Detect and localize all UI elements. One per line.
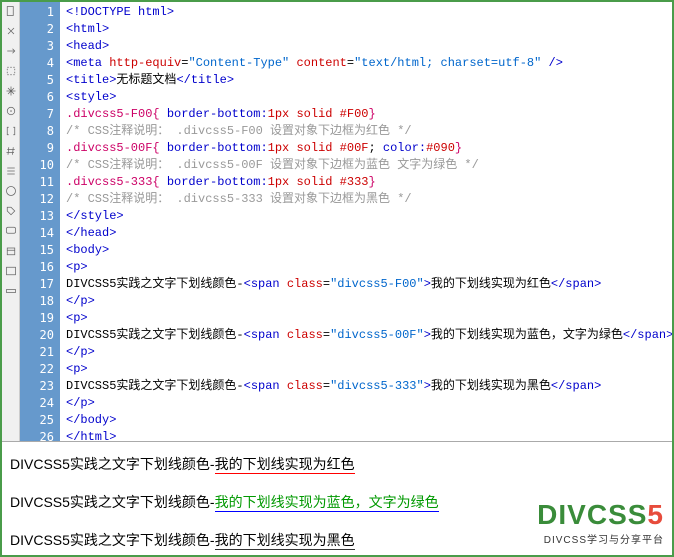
code-line[interactable]: </p> bbox=[66, 395, 672, 412]
code-line[interactable]: <p> bbox=[66, 310, 672, 327]
code-line[interactable]: <meta http-equiv="Content-Type" content=… bbox=[66, 55, 672, 72]
line-gutter: 1234567891011121314151617181920212223242… bbox=[20, 2, 60, 441]
code-line[interactable]: DIVCSS5实践之文字下划线颜色-<span class="divcss5-F… bbox=[66, 276, 672, 293]
line-number: 9 bbox=[20, 140, 54, 157]
code-line[interactable]: </body> bbox=[66, 412, 672, 429]
line-number: 16 bbox=[20, 259, 54, 276]
line-number: 19 bbox=[20, 310, 54, 327]
code-line[interactable]: <body> bbox=[66, 242, 672, 259]
editor-toolbar bbox=[2, 2, 20, 441]
tag-icon[interactable] bbox=[4, 204, 18, 218]
code-line[interactable]: </style> bbox=[66, 208, 672, 225]
code-area[interactable]: <!DOCTYPE html><html><head><meta http-eq… bbox=[60, 2, 672, 441]
code-line[interactable]: </html> bbox=[66, 429, 672, 441]
preview-line-1: DIVCSS5实践之文字下划线颜色-我的下划线实现为红色 bbox=[10, 454, 664, 474]
line-number: 20 bbox=[20, 327, 54, 344]
line-number: 22 bbox=[20, 361, 54, 378]
line-number: 5 bbox=[20, 72, 54, 89]
line-number: 21 bbox=[20, 344, 54, 361]
app-window: 1234567891011121314151617181920212223242… bbox=[0, 0, 674, 557]
line-number: 1 bbox=[20, 4, 54, 21]
logo-five: 5 bbox=[647, 499, 664, 530]
line-number: 7 bbox=[20, 106, 54, 123]
line-number: 23 bbox=[20, 378, 54, 395]
line-number: 13 bbox=[20, 208, 54, 225]
line-number: 2 bbox=[20, 21, 54, 38]
line-number: 14 bbox=[20, 225, 54, 242]
chat-icon[interactable] bbox=[4, 224, 18, 238]
logo-text: DIVCSS bbox=[537, 499, 647, 530]
code-line[interactable]: .divcss5-00F{ border-bottom:1px solid #0… bbox=[66, 140, 672, 157]
code-line[interactable]: <html> bbox=[66, 21, 672, 38]
code-line[interactable]: /* CSS注释说明： .divcss5-00F 设置对象下边框为蓝色 文字为绿… bbox=[66, 157, 672, 174]
code-line[interactable]: </head> bbox=[66, 225, 672, 242]
line-number: 11 bbox=[20, 174, 54, 191]
asterisk-icon[interactable] bbox=[4, 84, 18, 98]
arrow-icon[interactable] bbox=[4, 44, 18, 58]
code-line[interactable]: <style> bbox=[66, 89, 672, 106]
code-line[interactable]: </p> bbox=[66, 293, 672, 310]
brackets-icon[interactable] bbox=[4, 124, 18, 138]
code-line[interactable]: .divcss5-F00{ border-bottom:1px solid #F… bbox=[66, 106, 672, 123]
line-number: 15 bbox=[20, 242, 54, 259]
line-number: 18 bbox=[20, 293, 54, 310]
code-line[interactable]: </p> bbox=[66, 344, 672, 361]
code-line[interactable]: <head> bbox=[66, 38, 672, 55]
calendar-icon[interactable] bbox=[4, 244, 18, 258]
code-editor: 1234567891011121314151617181920212223242… bbox=[2, 2, 672, 442]
logo: DIVCSS5 DIVCSS学习与分享平台 bbox=[537, 499, 664, 546]
target-icon[interactable] bbox=[4, 104, 18, 118]
line-number: 8 bbox=[20, 123, 54, 140]
underline-black: 我的下划线实现为黑色 bbox=[215, 532, 355, 550]
palette-icon[interactable] bbox=[4, 184, 18, 198]
line-number: 25 bbox=[20, 412, 54, 429]
line-number: 10 bbox=[20, 157, 54, 174]
line-number: 17 bbox=[20, 276, 54, 293]
list-icon[interactable] bbox=[4, 164, 18, 178]
preview-pane: DIVCSS5实践之文字下划线颜色-我的下划线实现为红色 DIVCSS5实践之文… bbox=[2, 442, 672, 550]
code-line[interactable]: <!DOCTYPE html> bbox=[66, 4, 672, 21]
code-line[interactable]: DIVCSS5实践之文字下划线颜色-<span class="divcss5-3… bbox=[66, 378, 672, 395]
cut-icon[interactable] bbox=[4, 24, 18, 38]
code-line[interactable]: DIVCSS5实践之文字下划线颜色-<span class="divcss5-0… bbox=[66, 327, 672, 344]
line-number: 3 bbox=[20, 38, 54, 55]
line-number: 12 bbox=[20, 191, 54, 208]
window-icon[interactable] bbox=[4, 264, 18, 278]
underline-red: 我的下划线实现为红色 bbox=[215, 456, 355, 474]
line-number: 24 bbox=[20, 395, 54, 412]
ruler-icon[interactable] bbox=[4, 284, 18, 298]
select-icon[interactable] bbox=[4, 64, 18, 78]
code-line[interactable]: <p> bbox=[66, 259, 672, 276]
underline-blue: 我的下划线实现为蓝色，文字为绿色 bbox=[215, 494, 439, 512]
code-line[interactable]: <title>无标题文档</title> bbox=[66, 72, 672, 89]
code-line[interactable]: .divcss5-333{ border-bottom:1px solid #3… bbox=[66, 174, 672, 191]
code-line[interactable]: /* CSS注释说明： .divcss5-F00 设置对象下边框为红色 */ bbox=[66, 123, 672, 140]
line-number: 4 bbox=[20, 55, 54, 72]
code-line[interactable]: /* CSS注释说明： .divcss5-333 设置对象下边框为黑色 */ bbox=[66, 191, 672, 208]
line-number: 6 bbox=[20, 89, 54, 106]
code-line[interactable]: <p> bbox=[66, 361, 672, 378]
hash-icon[interactable] bbox=[4, 144, 18, 158]
logo-subtitle: DIVCSS学习与分享平台 bbox=[537, 531, 664, 546]
new-file-icon[interactable] bbox=[4, 4, 18, 18]
